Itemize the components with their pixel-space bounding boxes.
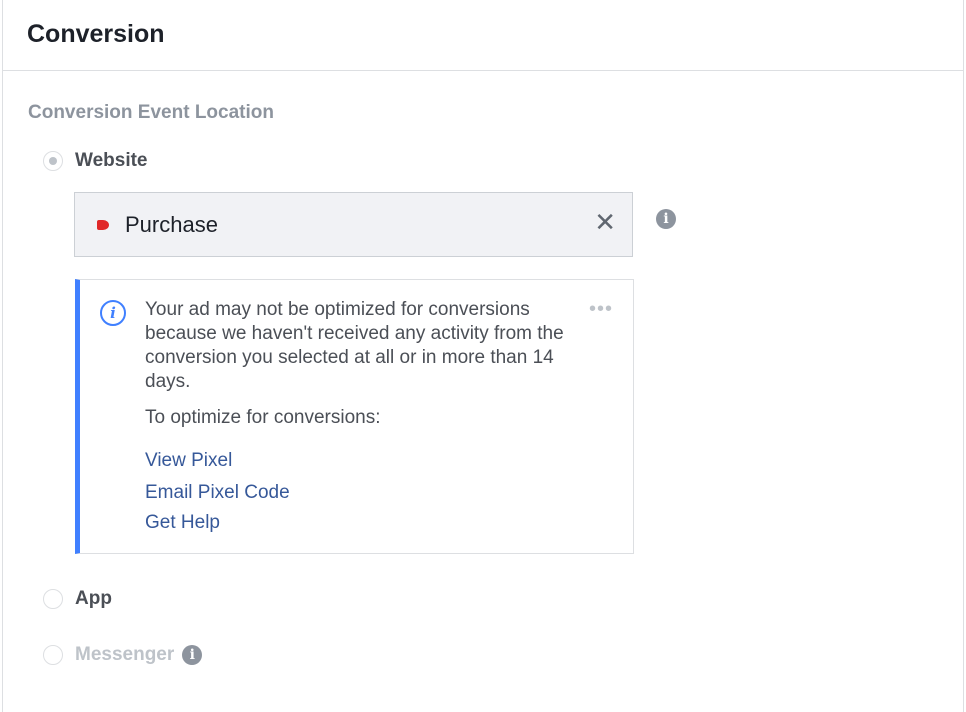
radio-website[interactable]: Website [43, 150, 148, 172]
radio-website-label: Website [75, 150, 148, 171]
conversion-event-selector[interactable]: Purchase ✕ [74, 192, 633, 257]
panel-header: Conversion [3, 0, 963, 71]
selected-conversion-event: Purchase [125, 211, 218, 237]
notice-subheading: To optimize for conversions: [145, 407, 381, 428]
messenger-info-icon[interactable]: i [182, 645, 203, 665]
view-pixel-link[interactable]: View Pixel [145, 450, 232, 472]
info-icon[interactable]: i [656, 209, 676, 229]
radio-messenger-label: Messenger [75, 644, 175, 665]
radio-messenger-circle[interactable] [43, 645, 63, 665]
radio-app-circle[interactable] [43, 589, 63, 609]
radio-app[interactable]: App [43, 588, 112, 610]
conversion-panel: Conversion Conversion Event Location Web… [2, 0, 964, 712]
conversion-event-location-label: Conversion Event Location [28, 102, 274, 123]
email-pixel-code-link[interactable]: Email Pixel Code [145, 482, 290, 504]
clear-selection-icon[interactable]: ✕ [594, 210, 616, 236]
event-status-marker-icon [97, 219, 109, 230]
panel-title: Conversion [27, 19, 165, 48]
pixel-warning-notice: i ••• Your ad may not be optimized for c… [75, 279, 634, 554]
notice-info-icon: i [100, 300, 126, 326]
radio-messenger[interactable]: Messenger i [43, 644, 203, 666]
radio-website-circle[interactable] [43, 151, 63, 171]
more-options-icon[interactable]: ••• [589, 299, 613, 319]
get-help-link[interactable]: Get Help [145, 512, 220, 534]
radio-selected-dot [49, 157, 57, 165]
notice-message: Your ad may not be optimized for convers… [145, 299, 564, 392]
radio-app-label: App [75, 588, 112, 609]
